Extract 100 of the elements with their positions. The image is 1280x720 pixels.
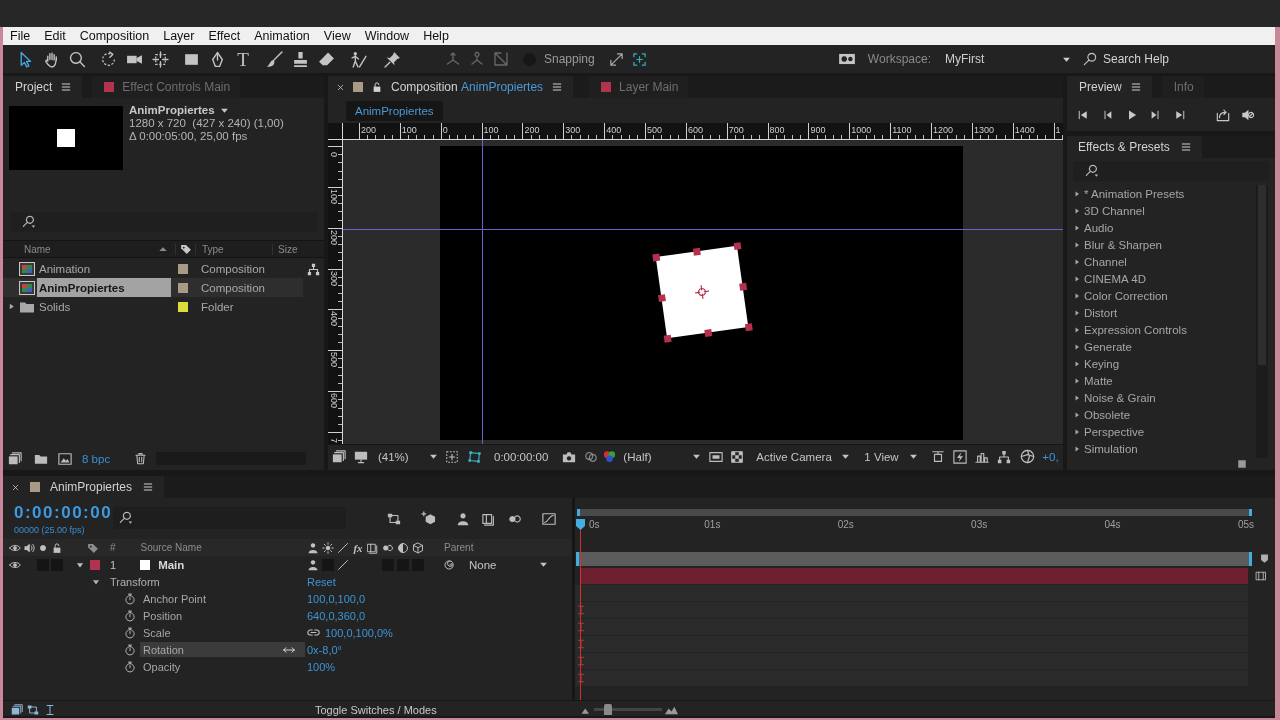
flowchart-icon[interactable] [307, 263, 320, 276]
anchor-point-icon[interactable] [694, 284, 710, 300]
lock-icon[interactable] [51, 541, 63, 554]
effect-category[interactable]: Audio [1067, 219, 1256, 236]
menu-item[interactable]: Window [357, 29, 417, 43]
chain-link-icon[interactable] [307, 626, 320, 639]
property-name[interactable]: Scale [140, 625, 174, 640]
property-value[interactable]: 100% [307, 660, 336, 673]
property-name[interactable]: Opacity [140, 659, 184, 674]
slider-thumb[interactable] [603, 704, 612, 715]
transform-handle[interactable] [738, 282, 747, 291]
playhead-handle-icon[interactable] [576, 519, 585, 530]
stacked-frames-icon[interactable] [11, 703, 23, 716]
square-icon[interactable] [1237, 459, 1247, 469]
column-header[interactable]: Name [24, 243, 51, 255]
reset-link[interactable]: Reset [307, 575, 336, 588]
property-name[interactable]: Anchor Point [140, 591, 209, 606]
menu-item[interactable]: Edit [37, 29, 73, 43]
tag-icon[interactable] [179, 243, 192, 255]
effect-category[interactable]: Obsolete [1067, 406, 1256, 423]
menu-item[interactable]: View [316, 29, 358, 43]
speaker-icon[interactable] [23, 541, 35, 554]
effect-category[interactable]: * Animation Presets [1067, 185, 1256, 202]
stopwatch-icon[interactable] [124, 643, 136, 656]
magnification-dropdown[interactable]: (41%) [378, 446, 440, 467]
effect-category[interactable]: Keying [1067, 355, 1256, 372]
project-item[interactable]: Solids Folder [3, 297, 303, 316]
skip-back-icon[interactable] [1077, 108, 1089, 121]
menu-icon[interactable] [1179, 141, 1192, 153]
panel-tab[interactable]: Preview [1067, 76, 1152, 98]
panel-tab[interactable]: Project [3, 76, 83, 98]
path-handles-icon[interactable] [468, 449, 482, 464]
effect-category[interactable]: Simulation [1067, 440, 1256, 457]
menu-item[interactable]: Composition [72, 29, 157, 43]
label-color-icon[interactable] [90, 559, 100, 570]
current-time-button[interactable]: 0:00:00:00 [494, 446, 551, 467]
box-icon[interactable] [931, 449, 946, 464]
search-field[interactable] [10, 212, 318, 232]
axis-icon[interactable] [493, 51, 509, 67]
lock-icon[interactable] [371, 81, 383, 93]
marker-icon[interactable] [1259, 553, 1270, 564]
person-icon[interactable] [307, 558, 319, 571]
slash-icon[interactable] [337, 541, 349, 554]
film-frames-icon[interactable] [482, 511, 496, 526]
close-icon[interactable] [11, 482, 20, 492]
tag-icon[interactable] [87, 541, 99, 554]
bit-depth-button[interactable]: 8 bpc [82, 452, 111, 465]
axis-icon[interactable] [445, 51, 461, 67]
step-forward-icon[interactable] [1149, 108, 1161, 121]
slash-icon[interactable] [337, 558, 349, 571]
menu-item[interactable]: Animation [247, 29, 317, 43]
lightning-icon[interactable] [953, 449, 968, 464]
timeline-tab[interactable]: AnimPropiertes [3, 476, 165, 498]
framed-square-icon[interactable] [709, 449, 724, 464]
column-header[interactable]: fx [352, 541, 364, 554]
axis-icon[interactable] [469, 51, 485, 67]
checkerboard-icon[interactable] [730, 449, 745, 464]
transform-handle[interactable] [744, 322, 753, 331]
step-back-icon[interactable] [1102, 108, 1114, 121]
search-help-field[interactable]: Search Help [1103, 52, 1268, 66]
toggle-switches-button[interactable]: Toggle Switches / Modes [312, 703, 440, 716]
property-value[interactable]: 0x-8,0° [307, 643, 342, 656]
snap-icon[interactable] [631, 51, 647, 67]
camera-icon[interactable] [562, 449, 577, 464]
transform-handle[interactable] [703, 328, 712, 337]
property-value[interactable]: 100,0,100,0 [307, 592, 366, 605]
sparkle-cube-icon[interactable] [421, 511, 436, 526]
caret-icon[interactable] [219, 106, 229, 115]
menu-icon[interactable] [142, 481, 155, 493]
effect-category[interactable]: Matte [1067, 372, 1256, 389]
aperture-icon[interactable] [1020, 449, 1036, 464]
effect-category[interactable]: Noise & Grain [1067, 389, 1256, 406]
panel-tab[interactable]: Composition AnimPropiertes [328, 76, 574, 98]
breadcrumb-tab[interactable]: AnimPropiertes [346, 100, 443, 121]
cube-icon[interactable] [412, 541, 424, 554]
transform-handle[interactable] [732, 241, 741, 250]
layer-name[interactable]: Main [158, 558, 185, 571]
transform-handle[interactable] [657, 293, 666, 302]
person-icon[interactable] [456, 511, 470, 526]
skip-forward-icon[interactable] [1174, 108, 1186, 121]
column-header[interactable]: Size [278, 243, 298, 255]
monitor-icon[interactable] [354, 449, 368, 464]
person-icon[interactable] [307, 541, 319, 554]
parent-dropdown[interactable]: None [462, 556, 552, 573]
flowchart-icon[interactable] [997, 449, 1012, 464]
column-header[interactable]: # [110, 542, 116, 553]
property-name[interactable]: Rotation [140, 642, 305, 657]
column-header[interactable]: Type [202, 243, 224, 255]
current-time[interactable]: 0:00:00:00 [14, 504, 113, 522]
effect-category[interactable]: Channel [1067, 253, 1256, 270]
transform-handle[interactable] [663, 334, 672, 343]
transform-handle[interactable] [692, 247, 701, 256]
snap-icon[interactable] [608, 51, 624, 67]
effect-category[interactable]: Distort [1067, 304, 1256, 321]
search-field[interactable] [1073, 161, 1269, 181]
search-field[interactable] [113, 507, 346, 529]
branching-boxes-icon[interactable] [387, 511, 401, 526]
stacked-frames-icon[interactable] [332, 449, 346, 464]
stopwatch-icon[interactable] [124, 626, 136, 639]
menu-icon[interactable] [60, 81, 73, 93]
